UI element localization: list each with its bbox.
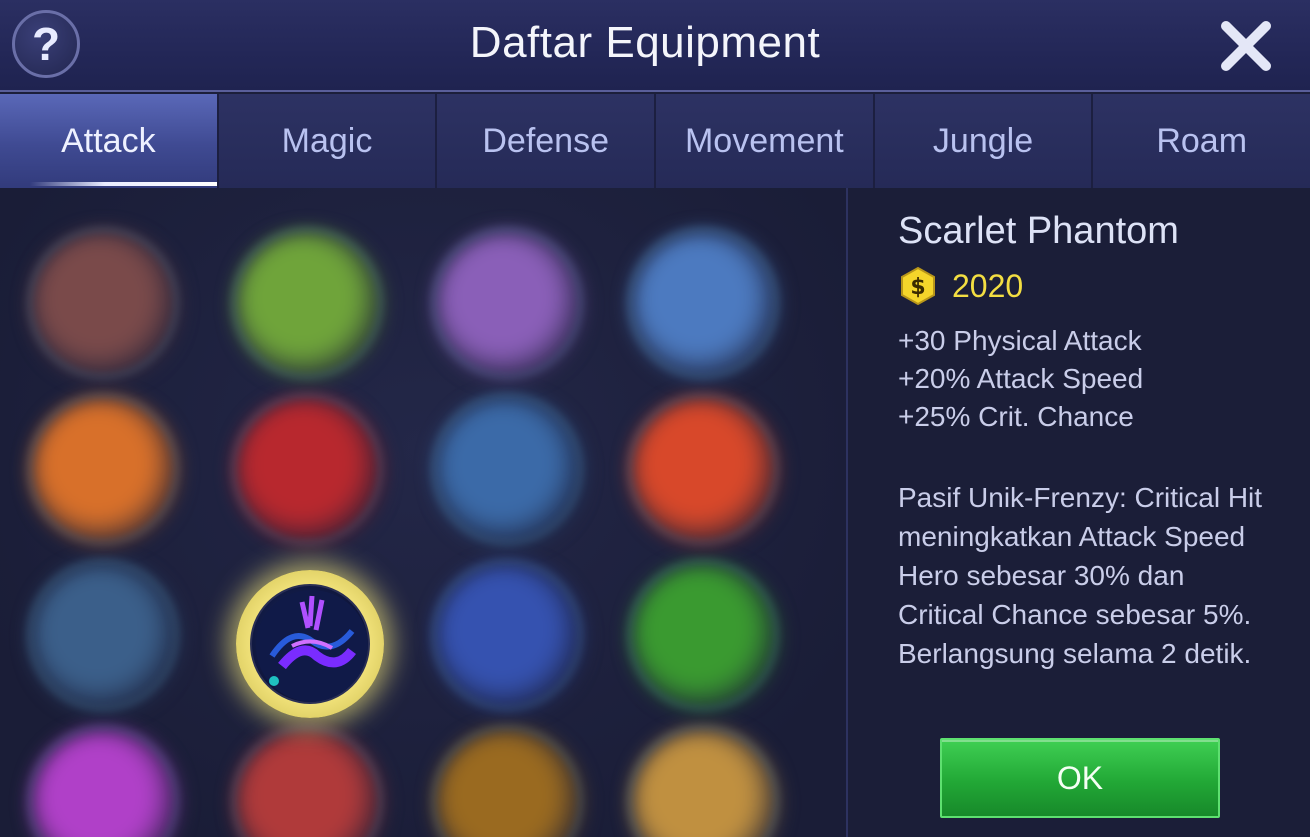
stat-line: +25% Crit. Chance [898,401,1134,432]
item-slot-ring [432,228,582,378]
currency-symbol: $ [910,275,925,300]
panel-divider [846,188,848,837]
item-slot-ring [232,394,382,544]
tab-jungle[interactable]: Jungle [874,94,1094,188]
scarlet-phantom-icon [250,584,370,704]
close-x-icon [1221,21,1271,71]
item-slot-ring [432,394,582,544]
item-slot-ring [232,228,382,378]
ok-button[interactable]: OK [940,738,1220,818]
item-slot-ring [628,726,778,837]
item-slot-ring [28,726,178,837]
item-slot-ring [432,560,582,710]
item-detail-panel: Scarlet Phantom $ 2020 +30 Physical Atta… [898,188,1278,837]
item-slot-ring [28,394,178,544]
price-row: $ 2020 [898,264,1023,308]
header-bar: ? Daftar Equipment [0,0,1310,92]
item-slot-ring [28,560,178,710]
item-slot-ring [232,726,382,837]
tab-movement[interactable]: Movement [656,94,875,188]
item-slot-ring [28,228,178,378]
content-area: Scarlet Phantom $ 2020 +30 Physical Atta… [0,188,1310,837]
stat-line: +20% Attack Speed [898,363,1144,394]
item-slot-ring [628,394,778,544]
item-slot-ring [628,228,778,378]
selected-item-slot[interactable] [236,570,384,718]
tab-attack[interactable]: Attack [0,94,219,188]
tab-roam[interactable]: Roam [1093,94,1310,188]
passive-description: Pasif Unik-Frenzy: Critical Hit meningka… [898,482,1263,669]
page-title: Daftar Equipment [469,18,821,67]
item-slot-ring [628,560,778,710]
tab-magic[interactable]: Magic [218,94,438,188]
close-button[interactable] [1218,18,1274,74]
item-name: Scarlet Phantom [898,210,1179,252]
gold-coin-icon: $ [901,266,935,306]
item-grid [0,188,848,837]
item-price: 2020 [952,267,1024,304]
item-stats: +30 Physical Attack +20% Attack Speed +2… [898,322,1143,436]
category-tabs: Attack Magic Defense Movement Jungle Roa… [0,94,1310,188]
stat-line: +30 Physical Attack [898,325,1142,356]
item-slot-ring [432,726,582,837]
tab-defense[interactable]: Defense [437,94,657,188]
